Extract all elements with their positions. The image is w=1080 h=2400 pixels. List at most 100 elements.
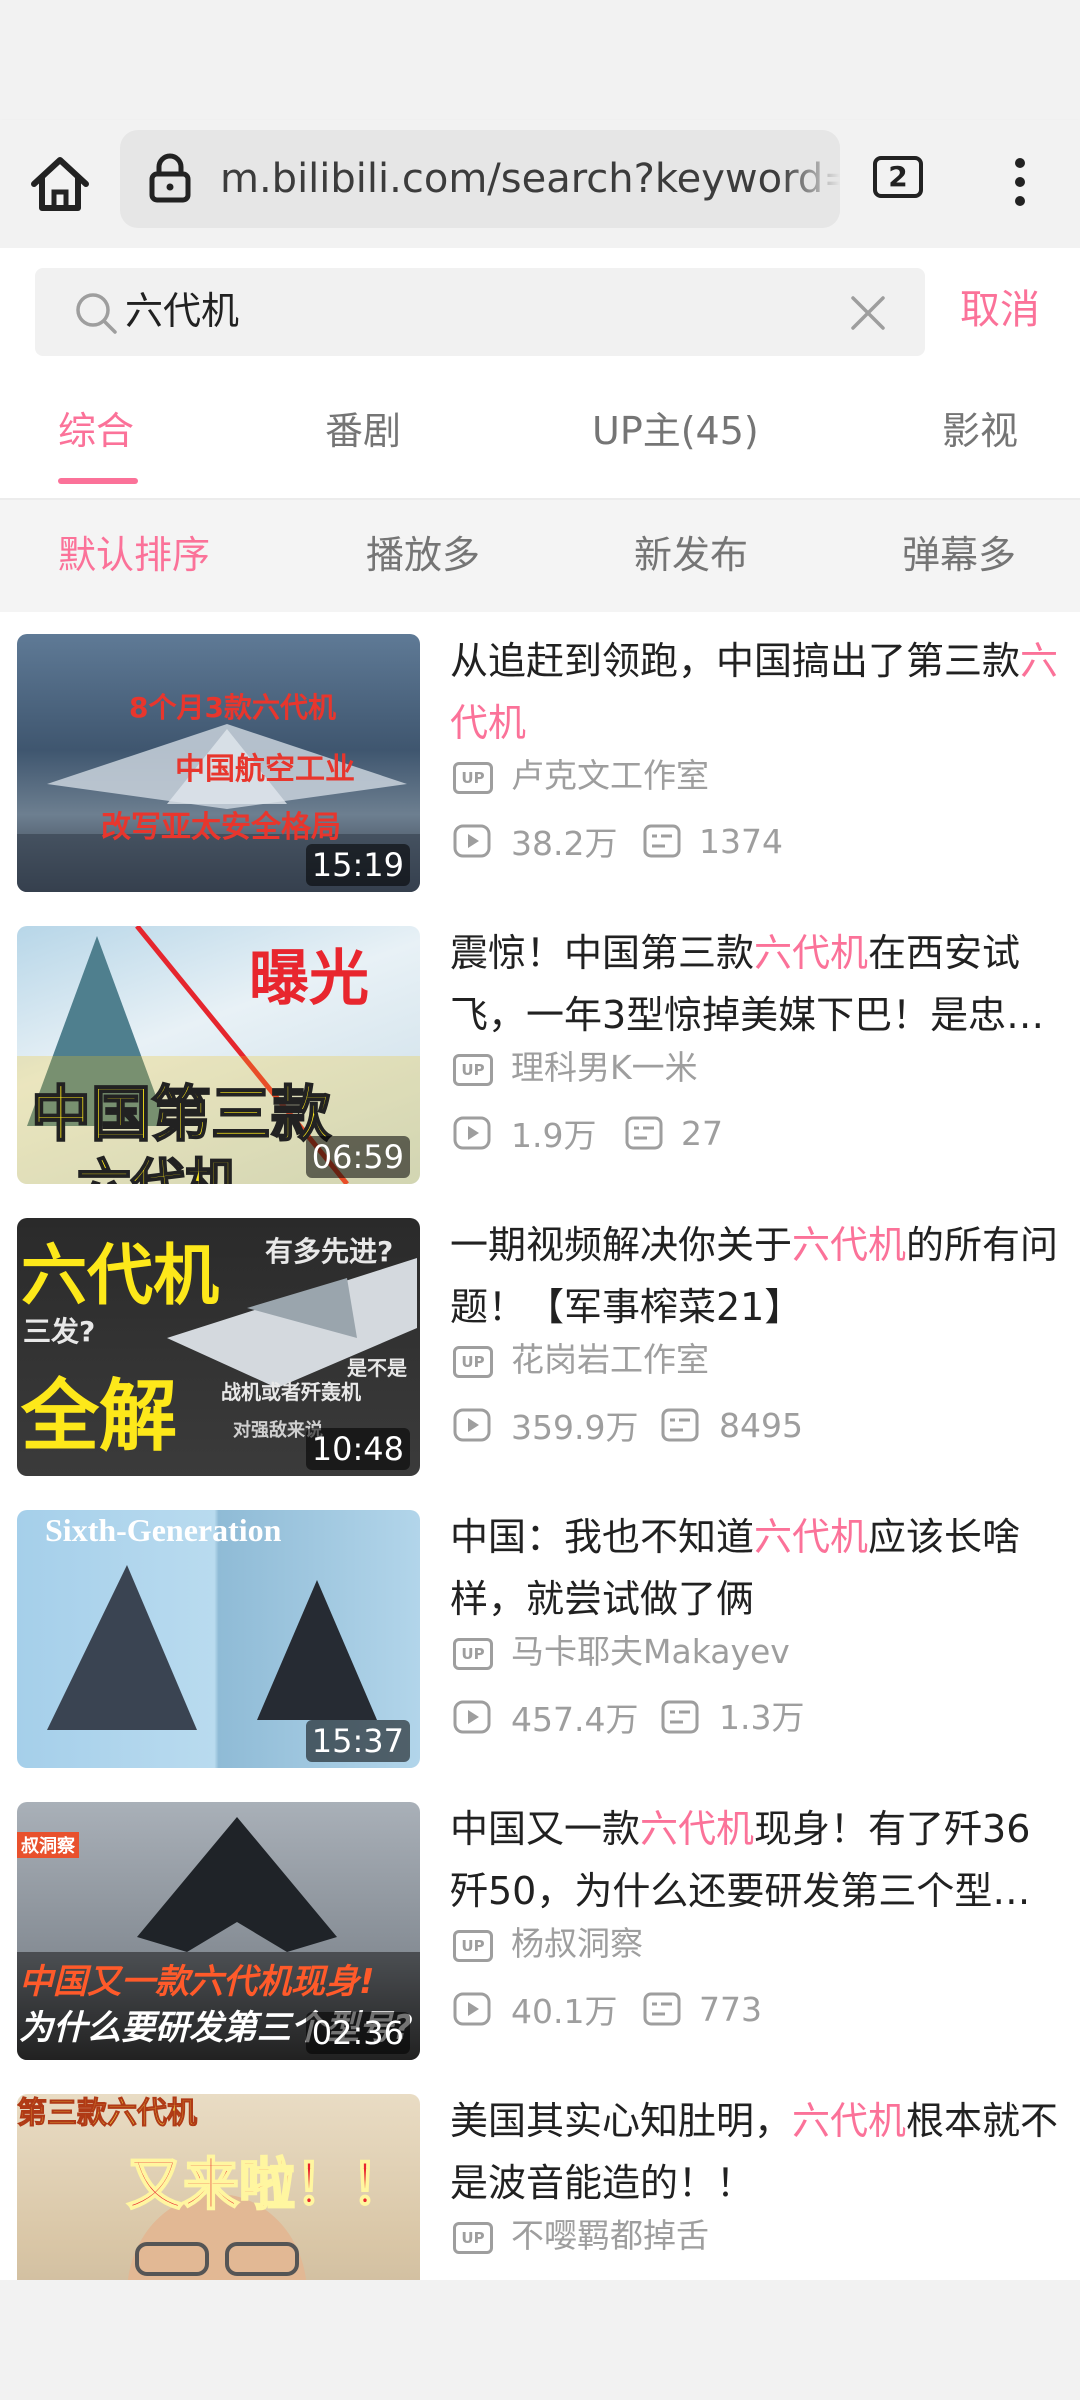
up-icon: UP <box>453 1054 493 1086</box>
video-stats: 359.9万 8495 <box>453 1404 1053 1448</box>
video-stats: 38.2万 1374 <box>453 820 1053 864</box>
play-count-icon <box>453 824 491 858</box>
thumbnail-caption: 改写亚太安全格局 <box>101 810 341 845</box>
thumbnail-caption: 第三款六代机 <box>17 2096 198 2132</box>
thumbnail-caption: 战机或者歼轰机 <box>221 1380 361 1404</box>
keyword-highlight: 六代机 <box>640 1807 755 1851</box>
search-row: 六代机 取消 <box>0 248 1080 366</box>
lock-icon[interactable] <box>144 152 196 204</box>
tab-switcher-button[interactable]: 2 <box>873 156 923 198</box>
thumbnail-caption: 六代机 <box>76 1140 240 1184</box>
uploader-name[interactable]: 杨叔洞察 <box>511 1922 643 1966</box>
url-fade <box>780 130 840 228</box>
video-duration: 15:37 <box>305 1720 410 1762</box>
sort-newest[interactable]: 新发布 <box>634 530 748 580</box>
keyword-highlight: 六代机 <box>792 2099 907 2143</box>
search-input[interactable]: 六代机 <box>35 268 925 356</box>
thumbnail-caption: 8个月3款六代机 <box>129 691 336 724</box>
uploader-name[interactable]: 花岗岩工作室 <box>511 1338 709 1382</box>
clear-icon[interactable] <box>845 290 891 336</box>
cancel-button[interactable]: 取消 <box>960 282 1040 338</box>
video-title[interactable]: 美国其实心知肚明，六代机根本就不是波音能造的！！ <box>450 2090 1062 2214</box>
video-item[interactable]: 8个月3款六代机 中国航空工业 改写亚太安全格局 15:19 从追赶到领跑，中国… <box>0 614 1080 906</box>
uploader-name[interactable]: 卢克文工作室 <box>511 754 709 798</box>
url-text[interactable]: m.bilibili.com/search?keyword= <box>220 152 840 206</box>
danmaku-icon <box>661 1408 699 1442</box>
up-icon: UP <box>453 1930 493 1962</box>
play-count: 457.4万 <box>511 1700 639 1739</box>
video-duration: 06:59 <box>305 1136 410 1178</box>
uploader-name[interactable]: 马卡耶夫Makayev <box>511 1630 790 1674</box>
sort-default[interactable]: 默认排序 <box>58 530 210 580</box>
tab-bangumi[interactable]: 番剧 <box>325 406 401 456</box>
video-item[interactable]: 叔洞察 中国又一款六代机现身! 为什么要研发第三个型号? 02:36 中国又一款… <box>0 1782 1080 2074</box>
address-bar[interactable]: m.bilibili.com/search?keyword= <box>120 130 840 228</box>
up-icon: UP <box>453 1638 493 1670</box>
play-count-icon <box>453 1992 491 2026</box>
play-count: 40.1万 <box>511 1992 618 2031</box>
up-icon: UP <box>453 2222 493 2254</box>
danmaku-icon <box>643 824 681 858</box>
up-icon: UP <box>453 1346 493 1378</box>
video-title[interactable]: 从追赶到领跑，中国搞出了第三款六代机 <box>450 630 1062 754</box>
result-tabs: 综合 番剧 UP主(45) 影视 <box>0 366 1080 500</box>
video-stats: 1.9万 27 <box>453 1112 1053 1156</box>
active-tab-indicator <box>58 478 138 484</box>
thumbnail-caption: 曝光 <box>249 944 369 1014</box>
uploader-name[interactable]: 不嘤羁都掉舌 <box>511 2214 709 2258</box>
thumbnail-caption: 中国航空工业 <box>175 752 355 787</box>
thumbnail-caption: 六代机 <box>21 1237 219 1314</box>
danmaku-count: 1374 <box>699 822 783 861</box>
video-title[interactable]: 一期视频解决你关于六代机的所有问题！【军事榨菜21】 <box>450 1214 1062 1338</box>
thumbnail-caption: 有多先进? <box>265 1235 394 1268</box>
danmaku-count: 8495 <box>719 1406 803 1445</box>
play-count-icon <box>453 1408 491 1442</box>
tab-film-tv[interactable]: 影视 <box>942 406 1018 456</box>
thumbnail-caption: 全解 <box>21 1372 178 1462</box>
thumbnail-caption: 中国又一款六代机现身! <box>19 1962 375 2002</box>
more-menu-icon[interactable] <box>998 154 1042 210</box>
up-icon: UP <box>453 762 493 794</box>
danmaku-icon <box>661 1700 699 1734</box>
home-icon[interactable] <box>26 150 94 218</box>
thumbnail-caption: Sixth-Generation <box>45 1512 282 1548</box>
video-thumbnail[interactable]: 8个月3款六代机 中国航空工业 改写亚太安全格局 15:19 <box>17 634 420 892</box>
play-count: 359.9万 <box>511 1408 639 1447</box>
video-item[interactable]: 第三款六代机 又来啦！！ 美国其实心知肚明，六代机根本就不是波音能造的！！ UP… <box>0 2074 1080 2280</box>
play-count: 1.9万 <box>511 1116 597 1155</box>
video-thumbnail[interactable]: 六代机 有多先进? 三发? 全解 是不是 战机或者歼轰机 对强敌来说 10:48 <box>17 1218 420 1476</box>
page-content: 六代机 取消 综合 番剧 UP主(45) 影视 默认排序 播放多 新发布 弹幕多 <box>0 248 1080 2280</box>
search-value[interactable]: 六代机 <box>125 286 239 336</box>
video-duration: 10:48 <box>305 1428 410 1470</box>
video-thumbnail[interactable]: 第三款六代机 又来啦！！ <box>17 2094 420 2280</box>
tab-uploaders[interactable]: UP主(45) <box>592 406 759 456</box>
play-count-icon <box>453 1700 491 1734</box>
video-item[interactable]: 曝光 中国第三款 六代机 06:59 震惊！中国第三款六代机在西安试飞，一年3型… <box>0 906 1080 1198</box>
video-thumbnail[interactable]: 叔洞察 中国又一款六代机现身! 为什么要研发第三个型号? 02:36 <box>17 1802 420 2060</box>
video-title[interactable]: 中国：我也不知道六代机应该长啥样，就尝试做了俩 <box>450 1506 1062 1630</box>
browser-toolbar: m.bilibili.com/search?keyword= 2 <box>0 120 1080 248</box>
danmaku-count: 27 <box>681 1114 723 1153</box>
search-icon <box>76 293 117 334</box>
video-item[interactable]: 六代机 有多先进? 三发? 全解 是不是 战机或者歼轰机 对强敌来说 10:48… <box>0 1198 1080 1490</box>
video-title[interactable]: 中国又一款六代机现身！有了歼36歼50，为什么还要研发第三个型… <box>450 1798 1062 1922</box>
tab-all[interactable]: 综合 <box>58 406 134 456</box>
play-count-icon <box>453 1116 491 1150</box>
sort-most-played[interactable]: 播放多 <box>366 530 480 580</box>
thumbnail-caption: 叔洞察 <box>17 1832 79 1858</box>
sort-most-danmaku[interactable]: 弹幕多 <box>902 530 1016 580</box>
video-title[interactable]: 震惊！中国第三款六代机在西安试飞，一年3型惊掉美媒下巴！是忠… <box>450 922 1062 1046</box>
video-stats: 40.1万 773 <box>453 1988 1053 2032</box>
danmaku-count: 773 <box>699 1990 762 2029</box>
video-thumbnail[interactable]: Sixth-Generation 15:37 <box>17 1510 420 1768</box>
uploader-name[interactable]: 理科男K一米 <box>511 1046 698 1090</box>
video-item[interactable]: Sixth-Generation 15:37 中国：我也不知道六代机应该长啥样，… <box>0 1490 1080 1782</box>
thumbnail-caption: 三发? <box>23 1315 96 1348</box>
keyword-highlight: 六代机 <box>754 931 869 975</box>
danmaku-icon <box>643 1992 681 2026</box>
play-count: 38.2万 <box>511 824 618 863</box>
danmaku-icon <box>625 1116 663 1150</box>
video-thumbnail[interactable]: 曝光 中国第三款 六代机 06:59 <box>17 926 420 1184</box>
video-stats: 457.4万 1.3万 <box>453 1696 1053 1740</box>
status-bar <box>0 0 1080 120</box>
